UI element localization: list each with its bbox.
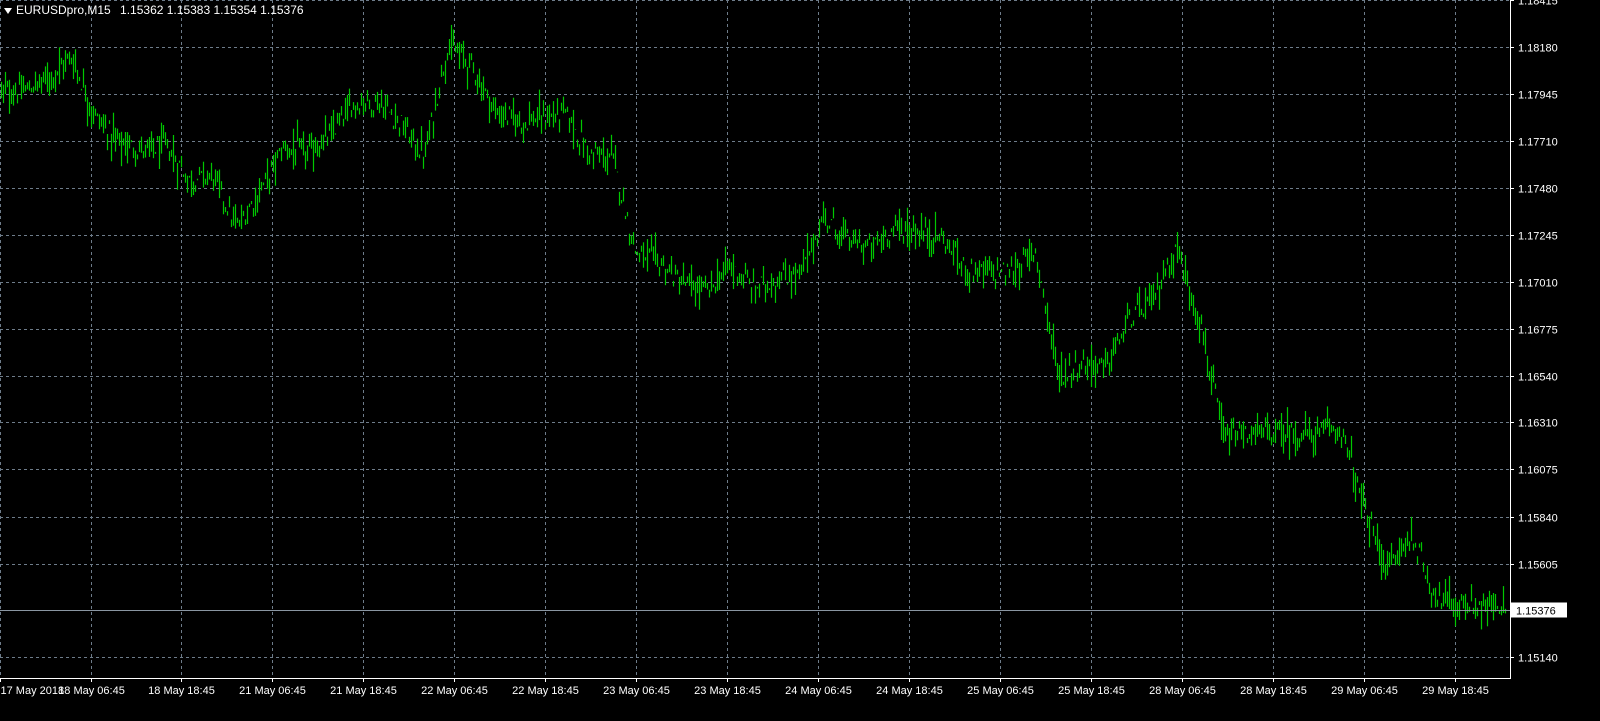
x-tick-label: 23 May 18:45 (694, 685, 761, 697)
x-tick-label: 25 May 18:45 (1058, 685, 1125, 697)
x-tick-label: 21 May 06:45 (239, 685, 306, 697)
y-tick-label: 1.18415 (1518, 0, 1558, 8)
chart-background (0, 0, 1600, 716)
y-tick-label: 1.15840 (1518, 513, 1558, 525)
current-price-label: 1.15376 (1511, 602, 1567, 618)
y-tick-label: 1.16310 (1518, 418, 1558, 430)
x-tick-label: 24 May 18:45 (876, 685, 943, 697)
x-tick-label: 29 May 18:45 (1422, 685, 1489, 697)
current-price-text: 1.15376 (1516, 606, 1556, 618)
x-tick-label: 24 May 06:45 (785, 685, 852, 697)
y-tick-label: 1.17010 (1518, 278, 1558, 290)
x-tick-label: 28 May 06:45 (1149, 685, 1216, 697)
x-tick-label: 22 May 06:45 (421, 685, 488, 697)
price-chart[interactable]: 1.18415 1.18180 1.17945 1.17710 1.17480 1.172… (0, 0, 1600, 716)
x-tick-label: 17 May 2018 (1, 685, 65, 697)
x-tick-label: 21 May 18:45 (330, 685, 397, 697)
x-tick-label: 18 May 18:45 (148, 685, 215, 697)
x-tick-label: 25 May 06:45 (967, 685, 1034, 697)
y-tick-label: 1.16775 (1518, 325, 1558, 337)
y-tick-label: 1.17480 (1518, 184, 1558, 196)
x-tick-label: 18 May 06:45 (58, 685, 125, 697)
y-axis-ticks: 1.18415 1.18180 1.17945 1.17710 1.17480 1.172… (1510, 0, 1558, 665)
x-tick-label: 23 May 06:45 (603, 685, 670, 697)
y-tick-label: 1.16075 (1518, 465, 1558, 477)
x-tick-label: 29 May 06:45 (1331, 685, 1398, 697)
chart-window[interactable]: 1.18415 1.18180 1.17945 1.17710 1.17480 1.172… (0, 0, 1600, 716)
y-tick-label: 1.18180 (1518, 43, 1558, 55)
y-tick-label: 1.16540 (1518, 372, 1558, 384)
y-tick-label: 1.17945 (1518, 90, 1558, 102)
y-tick-label: 1.15605 (1518, 560, 1558, 572)
x-tick-label: 22 May 18:45 (512, 685, 579, 697)
y-tick-label: 1.15140 (1518, 653, 1558, 665)
y-tick-label: 1.17710 (1518, 137, 1558, 149)
x-tick-label: 28 May 18:45 (1240, 685, 1307, 697)
y-tick-label: 1.17245 (1518, 231, 1558, 243)
